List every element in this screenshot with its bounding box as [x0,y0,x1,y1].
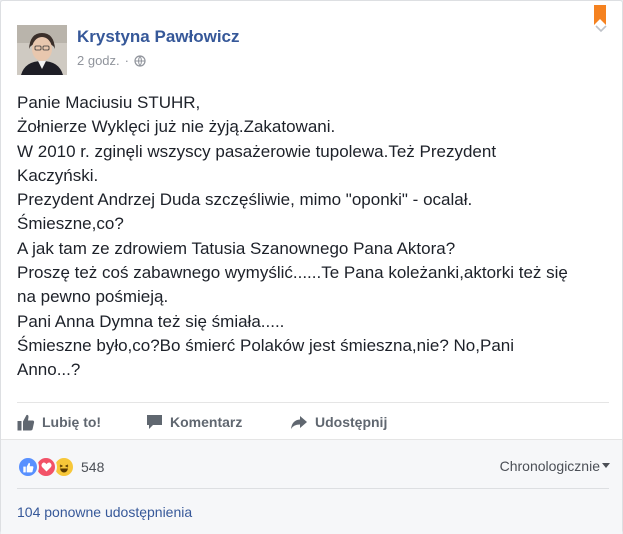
comment-order-dropdown[interactable]: Chronologicznie [500,458,610,474]
like-label: Lubię to! [42,414,102,430]
post-line: Anno...? [17,360,81,380]
like-button[interactable]: Lubię to! [17,414,146,431]
reactions-count: 548 [81,459,105,475]
post-line: Kaczyński. [17,165,99,185]
post-body: Panie Maciusiu STUHR, Żołnierze Wyklęci … [17,91,577,383]
post-line: A jak tam ze zdrowiem Tatusia Szanownego… [17,238,456,258]
post-time[interactable]: 2 godz. [77,53,120,68]
share-arrow-icon [291,415,307,429]
shares-link[interactable]: 104 ponowne udostępnienia [17,504,192,520]
chevron-down-icon[interactable] [595,25,607,33]
post-line: na pewno pośmieją. [17,287,169,307]
post-line: W 2010 r. zginęli wszyscy pasażerowie tu… [17,141,497,161]
post-line: Prezydent Andrzej Duda szczęśliwie, mimo… [17,190,473,210]
share-label: Udostępnij [315,414,388,430]
post-meta: 2 godz. · [77,53,146,68]
share-button[interactable]: Udostępnij [290,414,387,430]
divider [17,488,609,489]
avatar[interactable] [17,25,67,75]
comment-button[interactable]: Komentarz [146,414,290,430]
bookmark-icon[interactable] [594,5,606,25]
post-line: Panie Maciusiu STUHR, [17,93,201,112]
post-line: Pani Anna Dymna też się śmiała..... [17,311,285,331]
comment-order-label: Chronologicznie [499,458,600,474]
like-icon [17,456,39,478]
post-line: Proszę też coś zabawnego wymyślić......T… [17,263,568,283]
divider [17,402,609,403]
post-line: Śmieszne,co? [17,214,124,234]
caret-down-icon [602,463,610,468]
post-author-name[interactable]: Krystyna Pawłowicz [77,27,240,47]
globe-icon[interactable] [134,54,146,67]
thumbs-up-icon [17,414,35,430]
comment-label: Komentarz [170,414,243,430]
post-line: Śmieszne było,co?Bo śmierć Polaków jest … [17,335,515,355]
comment-icon [147,415,162,429]
avatar-image [17,25,67,75]
meta-separator: · [124,53,129,68]
action-bar: Lubię to! Komentarz Udostępnij [17,411,387,433]
post-line: Żołnierze Wyklęci już nie żyją.Zakatowan… [17,117,336,137]
post-card: Krystyna Pawłowicz 2 godz. · Panie Maciu… [0,0,623,534]
reactions-summary[interactable]: 548 [17,456,104,478]
